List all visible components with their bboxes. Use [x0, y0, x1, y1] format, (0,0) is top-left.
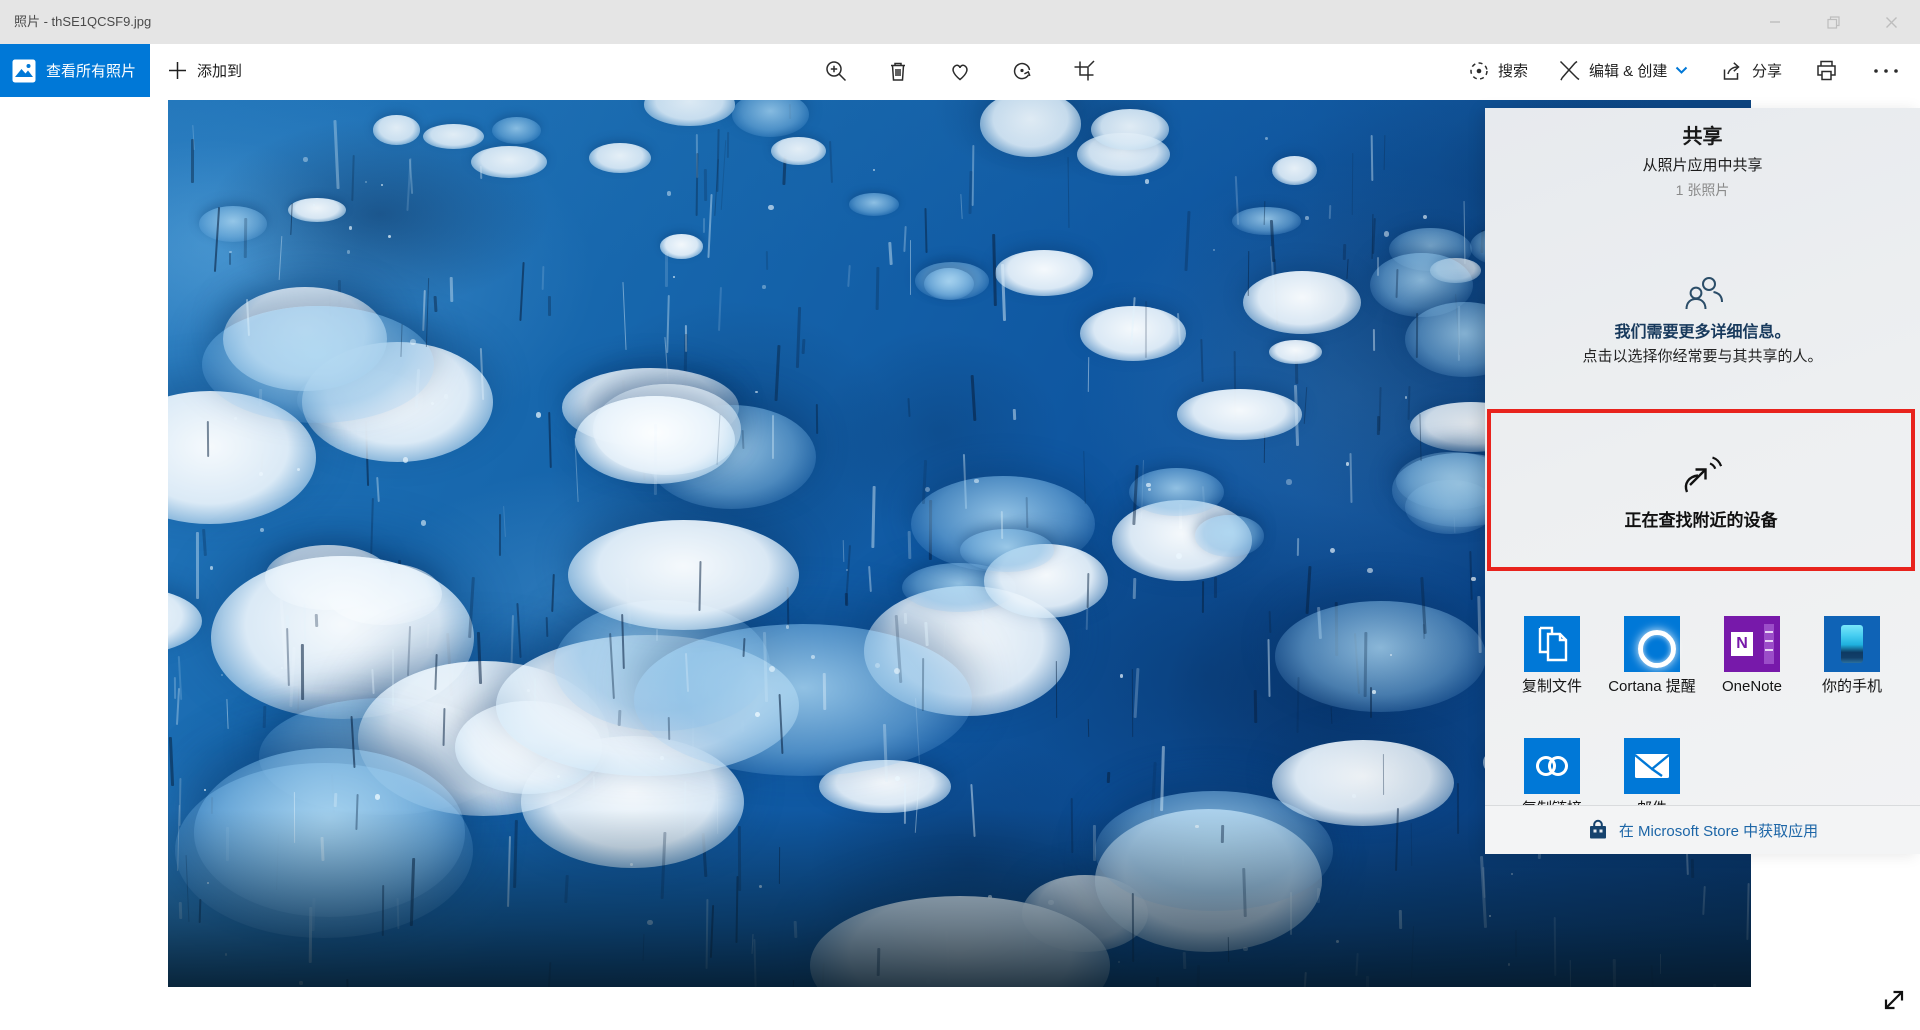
- trash-icon: [886, 59, 910, 83]
- share-photo-count: 1 张照片: [1485, 180, 1920, 200]
- copy-file-icon: [1524, 616, 1580, 672]
- plus-icon: [168, 61, 187, 80]
- share-app-copy-file[interactable]: 复制文件: [1502, 616, 1602, 738]
- favorite-button[interactable]: [936, 44, 984, 97]
- store-link-label: 在 Microsoft Store 中获取应用: [1619, 820, 1818, 841]
- search-button[interactable]: 搜索: [1468, 44, 1528, 97]
- photos-app-window: 照片 - thSE1QCSF9.jpg 查看所有照片: [0, 0, 1920, 1030]
- chevron-down-icon: [1675, 66, 1688, 75]
- edit-create-button[interactable]: 编辑 & 创建: [1558, 44, 1688, 97]
- share-app-mail[interactable]: 邮件: [1602, 738, 1702, 805]
- search-icon: [1468, 60, 1490, 82]
- more-button[interactable]: [1862, 44, 1910, 97]
- contacts-prompt-subtitle: 点击以选择你经常要与其共享的人。: [1485, 345, 1920, 366]
- view-all-photos-label: 查看所有照片: [46, 60, 136, 81]
- zoom-button[interactable]: [812, 44, 860, 97]
- print-button[interactable]: [1802, 44, 1850, 97]
- expand-button[interactable]: [1876, 982, 1912, 1018]
- share-app-cortana[interactable]: Cortana 提醒: [1602, 616, 1702, 738]
- edit-create-icon: [1558, 59, 1581, 82]
- zoom-in-icon: [824, 59, 848, 83]
- crop-button[interactable]: [1060, 44, 1108, 97]
- share-app-onenote[interactable]: N OneNote: [1702, 616, 1802, 738]
- onenote-icon: N: [1724, 616, 1780, 672]
- mail-icon: [1624, 738, 1680, 794]
- get-apps-in-store-link[interactable]: 在 Microsoft Store 中获取应用: [1485, 805, 1920, 854]
- share-app-grid: 复制文件 Cortana 提醒 N OneNote 你的手机: [1502, 616, 1902, 805]
- highlight-rectangle: [1487, 409, 1915, 571]
- share-label: 分享: [1752, 60, 1782, 81]
- crop-icon: [1072, 59, 1096, 83]
- share-icon: [1720, 59, 1744, 83]
- share-panel-subtitle: 从照片应用中共享: [1485, 154, 1920, 175]
- contacts-prompt[interactable]: [1485, 272, 1920, 314]
- titlebar: 照片 - thSE1QCSF9.jpg: [0, 0, 1920, 44]
- toolbar: 查看所有照片 添加到: [0, 44, 1920, 97]
- view-all-photos-button[interactable]: 查看所有照片: [0, 44, 150, 97]
- share-app-your-phone[interactable]: 你的手机: [1802, 616, 1902, 738]
- minimize-button[interactable]: [1746, 0, 1804, 44]
- delete-button[interactable]: [874, 44, 922, 97]
- close-button[interactable]: [1862, 0, 1920, 44]
- contacts-prompt-title: 我们需要更多详细信息。: [1485, 318, 1920, 342]
- photos-app-icon: [11, 58, 37, 84]
- share-button[interactable]: 分享: [1720, 44, 1782, 97]
- restore-button[interactable]: [1804, 0, 1862, 44]
- rotate-button[interactable]: [998, 44, 1046, 97]
- heart-icon: [948, 59, 972, 83]
- edit-create-label: 编辑 & 创建: [1589, 60, 1667, 81]
- add-to-label: 添加到: [197, 60, 242, 81]
- cortana-icon: [1624, 616, 1680, 672]
- add-to-button[interactable]: 添加到: [168, 44, 242, 97]
- copy-link-icon: [1524, 738, 1580, 794]
- store-bag-icon: [1587, 819, 1609, 841]
- your-phone-icon: [1824, 616, 1880, 672]
- rotate-icon: [1010, 59, 1034, 83]
- share-panel-title: 共享: [1485, 120, 1920, 149]
- more-icon: [1873, 68, 1899, 74]
- people-icon: [1680, 272, 1726, 314]
- window-controls: [1746, 0, 1920, 44]
- printer-icon: [1814, 58, 1839, 83]
- share-app-copy-link[interactable]: 复制链接: [1502, 738, 1602, 805]
- share-flyout-panel: 共享 从照片应用中共享 1 张照片 我们需要更多详细信息。 点击以选择你经常要与…: [1485, 108, 1920, 853]
- expand-diagonal-icon: [1880, 986, 1908, 1014]
- window-title: 照片 - thSE1QCSF9.jpg: [14, 0, 151, 44]
- search-label: 搜索: [1498, 60, 1528, 81]
